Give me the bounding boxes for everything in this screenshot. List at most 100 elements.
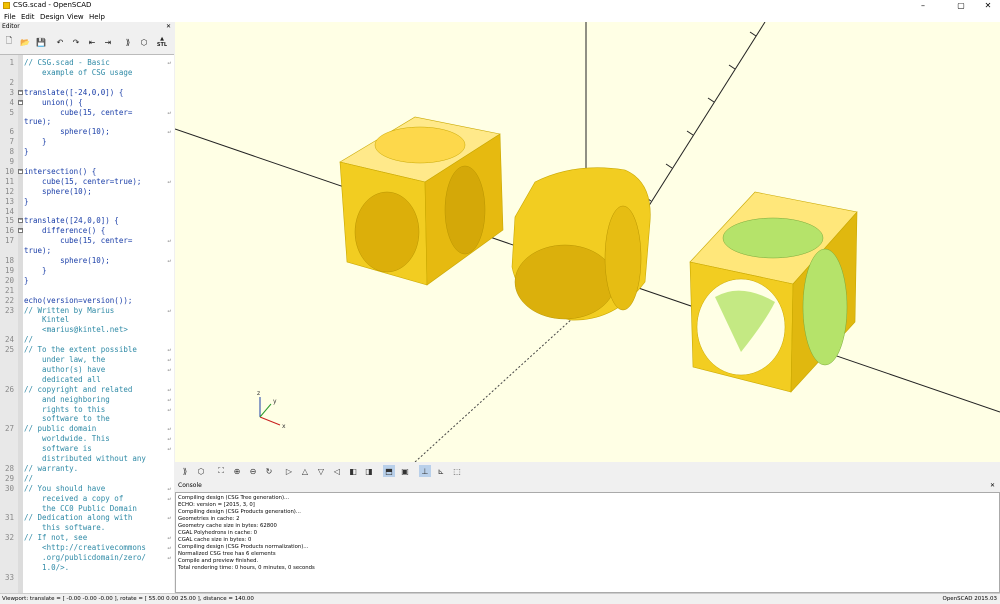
render-icon[interactable]: ⬡ [195, 465, 207, 477]
code-line[interactable]: 23 // Written by Marius ↵ [0, 306, 174, 316]
code-line[interactable]: true); [0, 246, 174, 256]
code-line[interactable]: 17 cube(15, center= ↵ [0, 236, 174, 246]
editor-close-button[interactable]: ✕ [166, 22, 171, 32]
indent-icon[interactable]: ⇥ [102, 36, 114, 48]
show-axes-icon[interactable]: ⊥ [419, 465, 431, 477]
code-line[interactable]: software to the [0, 414, 174, 424]
view-left-icon[interactable]: ◁ [331, 465, 343, 477]
fold-marker-icon[interactable]: − [18, 218, 23, 224]
code-line[interactable]: worldwide. This ↵ [0, 434, 174, 444]
code-line[interactable]: 18 sphere(10); ↵ [0, 256, 174, 266]
orthogonal-icon[interactable]: ▣ [399, 465, 411, 477]
fold-marker-icon[interactable]: − [18, 168, 23, 174]
menu-edit[interactable]: Edit [21, 13, 35, 21]
code-line[interactable]: 11 cube(15, center=true); ↵ [0, 177, 174, 187]
view-bottom-icon[interactable]: ▽ [315, 465, 327, 477]
menu-help[interactable]: Help [89, 13, 105, 21]
export-stl-icon[interactable]: ▲ STL [156, 36, 168, 48]
code-line[interactable]: <http://creativecommons ↵ [0, 543, 174, 553]
code-line[interactable]: this software. [0, 523, 174, 533]
code-line[interactable]: 1 // CSG.scad - Basic ↵ [0, 58, 174, 68]
fold-marker-icon[interactable]: − [18, 99, 23, 105]
3d-viewport[interactable]: z y x [175, 22, 1000, 462]
code-line[interactable]: 20} [0, 276, 174, 286]
code-line[interactable]: example of CSG usage [0, 68, 174, 78]
code-line[interactable]: 15− translate([24,0,0]) { [0, 216, 174, 226]
view-back-icon[interactable]: ◨ [363, 465, 375, 477]
code-editor[interactable]: 1 // CSG.scad - Basic ↵ example of CSG usa… [0, 54, 174, 595]
code-line[interactable]: 33 [0, 573, 174, 583]
code-line[interactable]: received a copy of ↵ [0, 494, 174, 504]
zoom-out-icon[interactable]: ⊖ [247, 465, 259, 477]
show-edges-icon[interactable]: ⬚ [451, 465, 463, 477]
code-line[interactable]: 5 cube(15, center= ↵ [0, 108, 174, 118]
code-text: // copyright and related [24, 384, 133, 394]
console-close-button[interactable]: ✕ [990, 480, 995, 491]
code-line[interactable]: 6 sphere(10); ↵ [0, 127, 174, 137]
unindent-icon[interactable]: ⇤ [86, 36, 98, 48]
new-file-icon[interactable]: 🗋 [3, 36, 15, 48]
code-line[interactable]: the CC0 Public Domain [0, 504, 174, 514]
code-line[interactable]: 7 } [0, 137, 174, 147]
code-line[interactable]: 28 // warranty. [0, 464, 174, 474]
code-line[interactable]: <marius@kintel.net> [0, 325, 174, 335]
code-line[interactable]: 13} [0, 197, 174, 207]
code-line[interactable]: 31 // Dedication along with ↵ [0, 513, 174, 523]
code-line[interactable]: true); [0, 117, 174, 127]
code-line[interactable]: 9 [0, 157, 174, 167]
code-line[interactable]: 27 // public domain ↵ [0, 424, 174, 434]
code-line[interactable]: under law, the ↵ [0, 355, 174, 365]
code-line[interactable]: 10− intersection() { [0, 167, 174, 177]
view-right-icon[interactable]: ▷ [283, 465, 295, 477]
zoom-in-icon[interactable]: ⊕ [231, 465, 243, 477]
fold-marker-icon[interactable]: − [18, 89, 23, 95]
view-front-icon[interactable]: ◧ [347, 465, 359, 477]
code-line[interactable]: .org/publicdomain/zero/ ↵ [0, 553, 174, 563]
preview-icon[interactable]: ⟫ [122, 36, 134, 48]
code-line[interactable]: author(s) have ↵ [0, 365, 174, 375]
menu-view[interactable]: View [67, 13, 84, 21]
code-line[interactable]: 21 [0, 286, 174, 296]
code-line[interactable]: Kintel [0, 315, 174, 325]
code-line[interactable]: 1.0/>. [0, 563, 174, 573]
code-line[interactable]: 3− translate([-24,0,0]) { [0, 88, 174, 98]
code-line[interactable]: 29 // [0, 474, 174, 484]
console-output[interactable]: Compiling design (CSG Tree generation)..… [175, 492, 1000, 593]
code-line[interactable]: 30 // You should have ↵ [0, 484, 174, 494]
view-top-icon[interactable]: △ [299, 465, 311, 477]
code-line[interactable]: 2 [0, 78, 174, 88]
code-line[interactable]: 8} [0, 147, 174, 157]
menu-file[interactable]: File [4, 13, 16, 21]
code-line[interactable]: 25 // To the extent possible ↵ [0, 345, 174, 355]
menu-design[interactable]: Design [40, 13, 64, 21]
code-line[interactable]: 32 // If not, see ↵ [0, 533, 174, 543]
code-line[interactable]: 14 [0, 207, 174, 217]
preview-icon[interactable]: ⟫ [179, 465, 191, 477]
perspective-icon[interactable]: ⬒ [383, 465, 395, 477]
minimize-button[interactable]: – [913, 0, 933, 11]
code-line[interactable]: 19 } [0, 266, 174, 276]
save-icon[interactable]: 💾 [35, 36, 47, 48]
code-line[interactable]: 22 echo(version=version()); [0, 296, 174, 306]
code-line[interactable]: 26 // copyright and related ↵ [0, 385, 174, 395]
undo-icon[interactable]: ↶ [54, 36, 66, 48]
code-line[interactable]: dedicated all [0, 375, 174, 385]
view-all-icon[interactable]: ⛶ [215, 465, 227, 477]
reset-view-icon[interactable]: ↻ [263, 465, 275, 477]
code-line[interactable]: 16− difference() { [0, 226, 174, 236]
code-line[interactable]: and neighboring ↵ [0, 395, 174, 405]
code-line[interactable]: rights to this ↵ [0, 405, 174, 415]
code-line[interactable]: distributed without any [0, 454, 174, 464]
maximize-button[interactable]: ▢ [951, 0, 971, 11]
code-line[interactable]: software is ↵ [0, 444, 174, 454]
render-icon[interactable]: ⬡ [138, 36, 150, 48]
close-window-button[interactable]: ✕ [978, 0, 998, 11]
redo-icon[interactable]: ↷ [70, 36, 82, 48]
show-scale-icon[interactable]: ⊾ [435, 465, 447, 477]
code-line[interactable]: 24 // [0, 335, 174, 345]
open-file-icon[interactable]: 📂 [19, 36, 31, 48]
fold-marker-icon[interactable]: − [18, 228, 23, 234]
code-text: // To the extent possible [24, 345, 137, 355]
code-line[interactable]: 4− union() { [0, 98, 174, 108]
code-line[interactable]: 12 sphere(10); [0, 187, 174, 197]
